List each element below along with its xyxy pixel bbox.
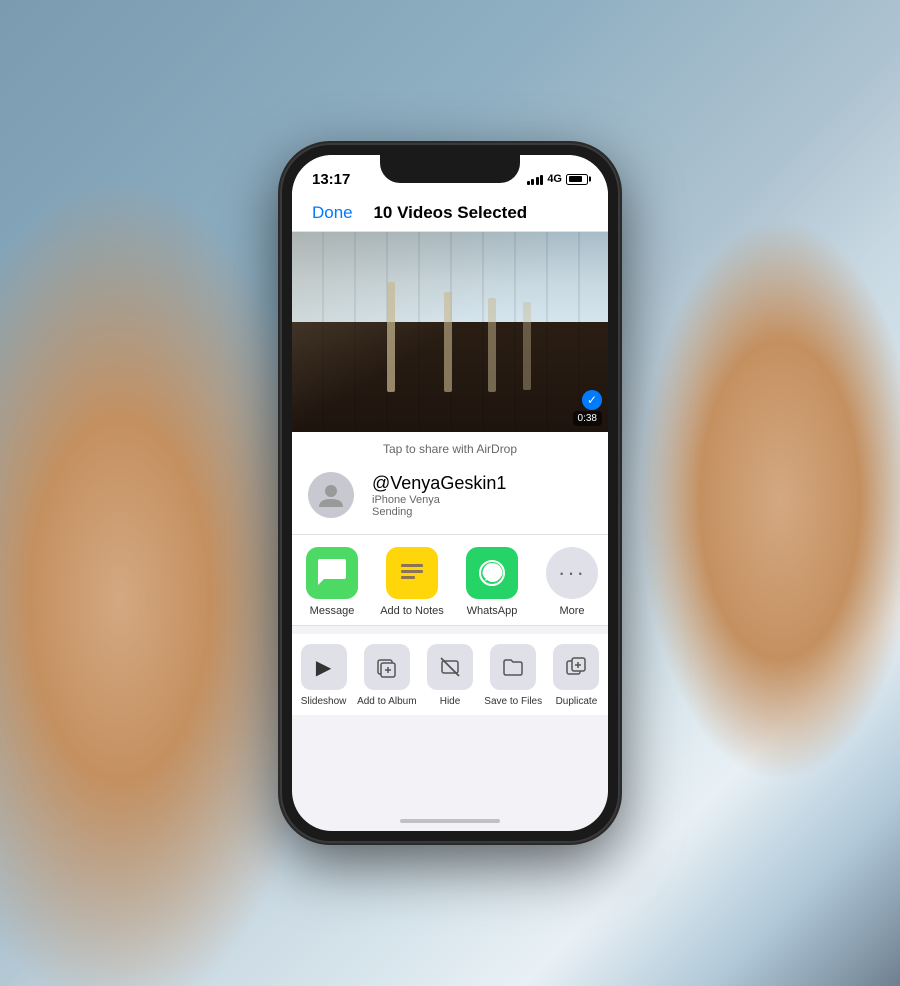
notes-icon — [386, 547, 438, 599]
signal-type: 4G — [547, 173, 562, 185]
whatsapp-logo-icon — [476, 557, 508, 589]
phone-screen: 13:17 4G Done 10 Videos Selected — [292, 155, 608, 831]
airdrop-info: @VenyaGeskin1 iPhone Venya Sending — [372, 473, 506, 518]
home-indicator — [400, 819, 500, 823]
whatsapp-label: WhatsApp — [467, 605, 518, 617]
message-bubble-icon — [316, 559, 348, 587]
pillar-3 — [488, 298, 496, 392]
phone-frame: 13:17 4G Done 10 Videos Selected — [280, 143, 620, 843]
app-message[interactable]: Message — [292, 547, 372, 617]
pillar-1 — [387, 282, 395, 392]
airdrop-section: Tap to share with AirDrop @VenyaGeskin1 … — [292, 432, 608, 535]
app-more[interactable]: ··· More — [532, 547, 608, 617]
add-album-svg — [376, 656, 398, 678]
battery-fill — [569, 176, 583, 182]
status-icons: 4G — [527, 173, 588, 185]
airdrop-hint: Tap to share with AirDrop — [308, 442, 592, 456]
airdrop-avatar — [308, 472, 354, 518]
signal-bar-4 — [540, 175, 543, 185]
airdrop-device-row: @VenyaGeskin1 iPhone Venya Sending — [308, 466, 592, 524]
save-files-label: Save to Files — [484, 696, 542, 707]
selection-check: ✓ — [582, 390, 602, 410]
message-icon — [306, 547, 358, 599]
signal-bar-2 — [531, 179, 534, 185]
airdrop-status: Sending — [372, 506, 412, 518]
save-files-svg — [502, 656, 524, 678]
notes-app-icon — [397, 558, 427, 588]
signal-bar-1 — [527, 181, 530, 185]
status-time: 13:17 — [312, 171, 350, 188]
slideshow-label: Slideshow — [301, 696, 347, 707]
person-icon — [317, 481, 345, 509]
battery-icon — [566, 174, 588, 185]
duplicate-label: Duplicate — [556, 696, 598, 707]
video-duration: 0:38 — [573, 411, 602, 426]
nav-title: 10 Videos Selected — [373, 203, 527, 223]
action-add-album[interactable]: Add to Album — [355, 644, 418, 707]
more-icon: ··· — [546, 547, 598, 599]
done-button[interactable]: Done — [312, 203, 353, 223]
app-whatsapp[interactable]: WhatsApp — [452, 547, 532, 617]
app-notes[interactable]: Add to Notes — [372, 547, 452, 617]
whatsapp-icon — [466, 547, 518, 599]
hide-icon — [427, 644, 473, 690]
signal-bars — [527, 173, 544, 185]
pillar-2 — [444, 292, 452, 392]
message-label: Message — [310, 605, 355, 617]
notch — [380, 155, 520, 183]
action-row: ▶ Slideshow Add to Album — [292, 634, 608, 715]
hide-svg — [439, 656, 461, 678]
add-album-label: Add to Album — [357, 696, 416, 707]
signal-bar-3 — [536, 177, 539, 185]
action-save-files[interactable]: Save to Files — [482, 644, 545, 707]
duplicate-icon — [553, 644, 599, 690]
notes-label: Add to Notes — [380, 605, 444, 617]
action-duplicate[interactable]: Duplicate — [545, 644, 608, 707]
airdrop-username: @VenyaGeskin1 — [372, 473, 506, 494]
slideshow-icon: ▶ — [301, 644, 347, 690]
pillar-4 — [523, 302, 531, 390]
share-sheet: Tap to share with AirDrop @VenyaGeskin1 … — [292, 432, 608, 715]
more-label: More — [559, 605, 584, 617]
add-album-icon — [364, 644, 410, 690]
app-share-row: Message Add to Notes — [292, 535, 608, 626]
nav-bar: Done 10 Videos Selected — [292, 195, 608, 232]
airdrop-device-name: iPhone Venya — [372, 494, 440, 506]
action-hide[interactable]: Hide — [418, 644, 481, 707]
duplicate-svg — [565, 656, 587, 678]
action-slideshow[interactable]: ▶ Slideshow — [292, 644, 355, 707]
hide-label: Hide — [440, 696, 461, 707]
save-files-icon — [490, 644, 536, 690]
photo-area: ✓ 0:38 — [292, 232, 608, 432]
